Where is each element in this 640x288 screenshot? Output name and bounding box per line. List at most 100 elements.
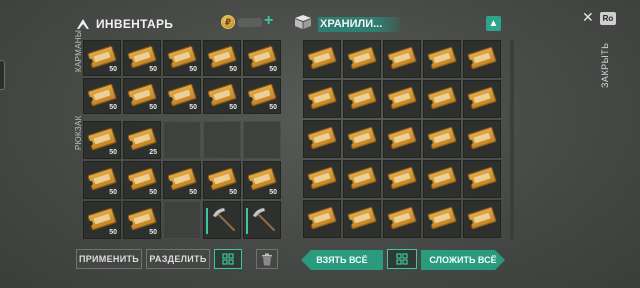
- ticket-slot[interactable]: 50: [83, 201, 121, 239]
- overlay-badge: Ro: [600, 12, 616, 25]
- storage-ticket-slot[interactable]: [383, 120, 421, 158]
- inventory-header: ИНВЕНТАРЬ: [76, 17, 173, 31]
- durability-bar: [206, 208, 208, 234]
- pickaxe-icon: [252, 207, 276, 232]
- ticket-slot[interactable]: 50: [123, 161, 161, 199]
- edge-handle[interactable]: [0, 60, 5, 90]
- storage-box-icon: [295, 15, 311, 29]
- storage-ticket-slot[interactable]: [383, 160, 421, 198]
- ticket-slot[interactable]: 50: [163, 161, 201, 199]
- ticket-slot[interactable]: 25: [123, 121, 161, 159]
- storage-ticket-slot[interactable]: [463, 120, 501, 158]
- backpack-grid: 50 25 50 50 50 50 50 50 50: [83, 121, 281, 239]
- ticket-slot[interactable]: 50: [83, 78, 121, 114]
- storage-scrollbar[interactable]: [510, 40, 514, 240]
- storage-ticket-slot[interactable]: [343, 80, 381, 118]
- ticket-icon: [427, 125, 457, 150]
- put-all-button[interactable]: СЛОЖИТЬ ВСЁ: [421, 250, 505, 270]
- ticket-icon: [167, 44, 197, 69]
- pickaxe-slot[interactable]: [243, 201, 281, 239]
- ticket-slot[interactable]: 50: [203, 161, 241, 199]
- empty-slot[interactable]: [243, 121, 281, 159]
- split-button[interactable]: РАЗДЕЛИТЬ: [146, 249, 210, 269]
- ticket-slot[interactable]: 50: [83, 161, 121, 199]
- storage-ticket-slot[interactable]: [423, 120, 461, 158]
- storage-ticket-slot[interactable]: [343, 120, 381, 158]
- pickaxe-icon: [212, 207, 236, 232]
- item-quantity: 50: [269, 189, 277, 196]
- storage-ticket-slot[interactable]: [343, 200, 381, 238]
- item-quantity: 50: [109, 229, 117, 236]
- storage-ticket-slot[interactable]: [303, 40, 341, 78]
- item-quantity: 50: [189, 189, 197, 196]
- ticket-slot[interactable]: 50: [83, 121, 121, 159]
- ticket-icon: [247, 166, 277, 191]
- storage-ticket-slot[interactable]: [383, 200, 421, 238]
- empty-slot[interactable]: [203, 121, 241, 159]
- item-quantity: 50: [269, 66, 277, 73]
- ticket-icon: [307, 165, 337, 190]
- storage-ticket-slot[interactable]: [343, 160, 381, 198]
- ticket-icon: [347, 45, 377, 70]
- ticket-slot[interactable]: 50: [163, 78, 201, 114]
- item-quantity: 50: [149, 104, 157, 111]
- ticket-icon: [387, 205, 417, 230]
- ticket-icon: [87, 206, 117, 231]
- ticket-icon: [347, 205, 377, 230]
- inventory-sort-button[interactable]: [214, 249, 242, 269]
- close-label: ЗАКРЫТЬ: [600, 42, 610, 88]
- storage-sort-button[interactable]: [387, 249, 417, 269]
- ticket-slot[interactable]: 50: [123, 40, 161, 76]
- ticket-slot[interactable]: 50: [83, 40, 121, 76]
- item-quantity: 25: [149, 149, 157, 156]
- durability-bar: [246, 208, 248, 234]
- storage-ticket-slot[interactable]: [423, 200, 461, 238]
- pockets-label: КАРМАНЫ: [74, 29, 83, 72]
- ticket-icon: [387, 125, 417, 150]
- empty-slot[interactable]: [163, 121, 201, 159]
- storage-ticket-slot[interactable]: [463, 80, 501, 118]
- storage-ticket-slot[interactable]: [423, 160, 461, 198]
- ticket-slot[interactable]: 50: [123, 201, 161, 239]
- take-all-button[interactable]: ВЗЯТЬ ВСЁ: [301, 250, 383, 270]
- ticket-slot[interactable]: 50: [203, 40, 241, 76]
- storage-ticket-slot[interactable]: [383, 80, 421, 118]
- ticket-slot[interactable]: 50: [163, 40, 201, 76]
- ticket-slot[interactable]: 50: [243, 78, 281, 114]
- delete-button[interactable]: [256, 249, 278, 269]
- ticket-icon: [127, 82, 157, 107]
- storage-ticket-slot[interactable]: [423, 80, 461, 118]
- apply-button[interactable]: ПРИМЕНИТЬ: [76, 249, 142, 269]
- storage-ticket-slot[interactable]: [463, 160, 501, 198]
- storage-ticket-slot[interactable]: [303, 120, 341, 158]
- pockets-grid: 50 50 50 50 50 50 50 50 50 50: [83, 40, 281, 114]
- backpack-label: РЮКЗАК: [74, 115, 83, 150]
- storage-ticket-slot[interactable]: [303, 200, 341, 238]
- ticket-slot[interactable]: 50: [203, 78, 241, 114]
- storage-ticket-slot[interactable]: [463, 200, 501, 238]
- ticket-icon: [467, 85, 497, 110]
- ticket-slot[interactable]: 50: [243, 161, 281, 199]
- ticket-icon: [207, 44, 237, 69]
- pickaxe-slot[interactable]: [203, 201, 241, 239]
- ticket-icon: [347, 165, 377, 190]
- storage-ticket-slot[interactable]: [303, 80, 341, 118]
- storage-ticket-slot[interactable]: [303, 160, 341, 198]
- item-quantity: 50: [189, 104, 197, 111]
- empty-slot[interactable]: [163, 201, 201, 239]
- ticket-icon: [467, 165, 497, 190]
- storage-ticket-slot[interactable]: [343, 40, 381, 78]
- ticket-slot[interactable]: 50: [243, 40, 281, 76]
- storage-header: [294, 14, 312, 30]
- item-quantity: 50: [149, 229, 157, 236]
- storage-ticket-slot[interactable]: [463, 40, 501, 78]
- storage-ticket-slot[interactable]: [383, 40, 421, 78]
- ticket-slot[interactable]: 50: [123, 78, 161, 114]
- storage-ticket-slot[interactable]: [423, 40, 461, 78]
- item-quantity: 50: [109, 149, 117, 156]
- coin-icon: ₽: [221, 15, 235, 29]
- plus-icon[interactable]: +: [264, 13, 273, 29]
- item-quantity: 50: [109, 189, 117, 196]
- grid-icon: [396, 253, 408, 265]
- upload-arrow-icon[interactable]: ▲: [486, 16, 501, 31]
